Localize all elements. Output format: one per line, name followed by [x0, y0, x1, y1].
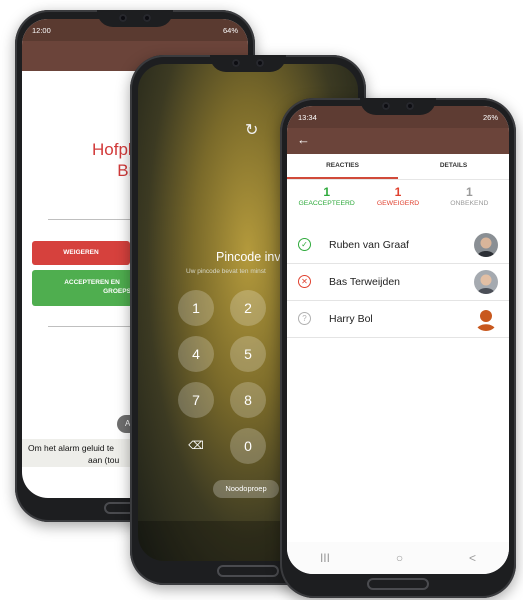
list-item[interactable]: ✕ Bas Terweijden	[287, 264, 509, 301]
camera-icon	[406, 102, 414, 110]
camera-notch	[97, 10, 173, 27]
status-battery: 64%	[222, 25, 238, 35]
stat-label: GEWEIGERD	[376, 200, 420, 207]
avatar	[474, 233, 498, 257]
camera-icon	[382, 102, 390, 110]
app-toolbar: ←	[287, 128, 509, 154]
stat-label: GEACCEPTEERD	[298, 200, 355, 207]
back-icon[interactable]: <	[469, 551, 476, 565]
responder-name: Bas Terweijden	[329, 276, 401, 288]
avatar-placeholder-icon	[474, 307, 498, 331]
refresh-icon[interactable]: ↻	[245, 120, 258, 140]
avatar	[474, 270, 498, 294]
x-circle-icon: ✕	[298, 275, 311, 288]
tab-bar: REACTIES DETAILS	[287, 154, 509, 180]
tab-reacties[interactable]: REACTIES	[287, 154, 398, 179]
key-0[interactable]: 0	[230, 428, 266, 464]
camera-notch	[360, 98, 436, 115]
responder-name: Harry Bol	[329, 313, 373, 325]
key-5[interactable]: 5	[230, 336, 266, 372]
backspace-icon[interactable]: ⌫	[178, 428, 214, 464]
responses-screen: 13:34 26% ← REACTIES DETAILS 1 GEACCEPTE…	[287, 106, 509, 574]
list-item[interactable]: ? Harry Bol	[287, 301, 509, 338]
stat-count: 1	[465, 185, 473, 199]
key-4[interactable]: 4	[178, 336, 214, 372]
home-icon[interactable]: ○	[396, 551, 403, 565]
key-7[interactable]: 7	[178, 382, 214, 418]
home-button[interactable]	[367, 578, 429, 590]
stat-count: 1	[394, 185, 402, 199]
question-circle-icon: ?	[298, 312, 311, 325]
key-2[interactable]: 2	[230, 290, 266, 326]
home-button[interactable]	[217, 565, 279, 577]
status-battery: 26%	[482, 112, 498, 122]
back-arrow-icon[interactable]: ←	[297, 132, 310, 147]
stat-accepted: 1 GEACCEPTEERD	[291, 186, 362, 208]
stat-unknown: 1 ONBEKEND	[434, 186, 505, 208]
key-1[interactable]: 1	[178, 290, 214, 326]
stat-declined: 1 GEWEIGERD	[362, 186, 433, 208]
stat-count: 1	[323, 185, 330, 199]
responder-name: Ruben van Graaf	[329, 239, 409, 251]
camera-icon	[143, 14, 151, 22]
system-nav-bar: III ○ <	[287, 542, 509, 574]
emergency-call-button[interactable]: Noodoproep	[213, 480, 279, 498]
phone-responses-screen: 13:34 26% ← REACTIES DETAILS 1 GEACCEPTE…	[280, 98, 516, 598]
stat-label: ONBEKEND	[450, 200, 489, 207]
camera-icon	[232, 59, 240, 67]
response-summary: 1 GEACCEPTEERD 1 GEWEIGERD 1 ONBEKEND	[287, 180, 509, 208]
status-time: 13:34	[298, 112, 317, 122]
camera-icon	[256, 59, 264, 67]
status-time: 12:00	[32, 25, 51, 35]
key-8[interactable]: 8	[230, 382, 266, 418]
camera-icon	[119, 14, 127, 22]
camera-notch	[210, 55, 286, 72]
tab-details[interactable]: DETAILS	[398, 154, 509, 179]
recent-apps-icon[interactable]: III	[320, 551, 330, 565]
pin-subtitle: Uw pincode bevat ten minst	[186, 268, 266, 275]
check-circle-icon: ✓	[298, 238, 311, 251]
responder-list: ✓ Ruben van Graaf ✕ Bas Terweijden ? Har…	[287, 227, 509, 338]
decline-button[interactable]: WEIGEREN	[32, 241, 130, 265]
list-item[interactable]: ✓ Ruben van Graaf	[287, 227, 509, 264]
